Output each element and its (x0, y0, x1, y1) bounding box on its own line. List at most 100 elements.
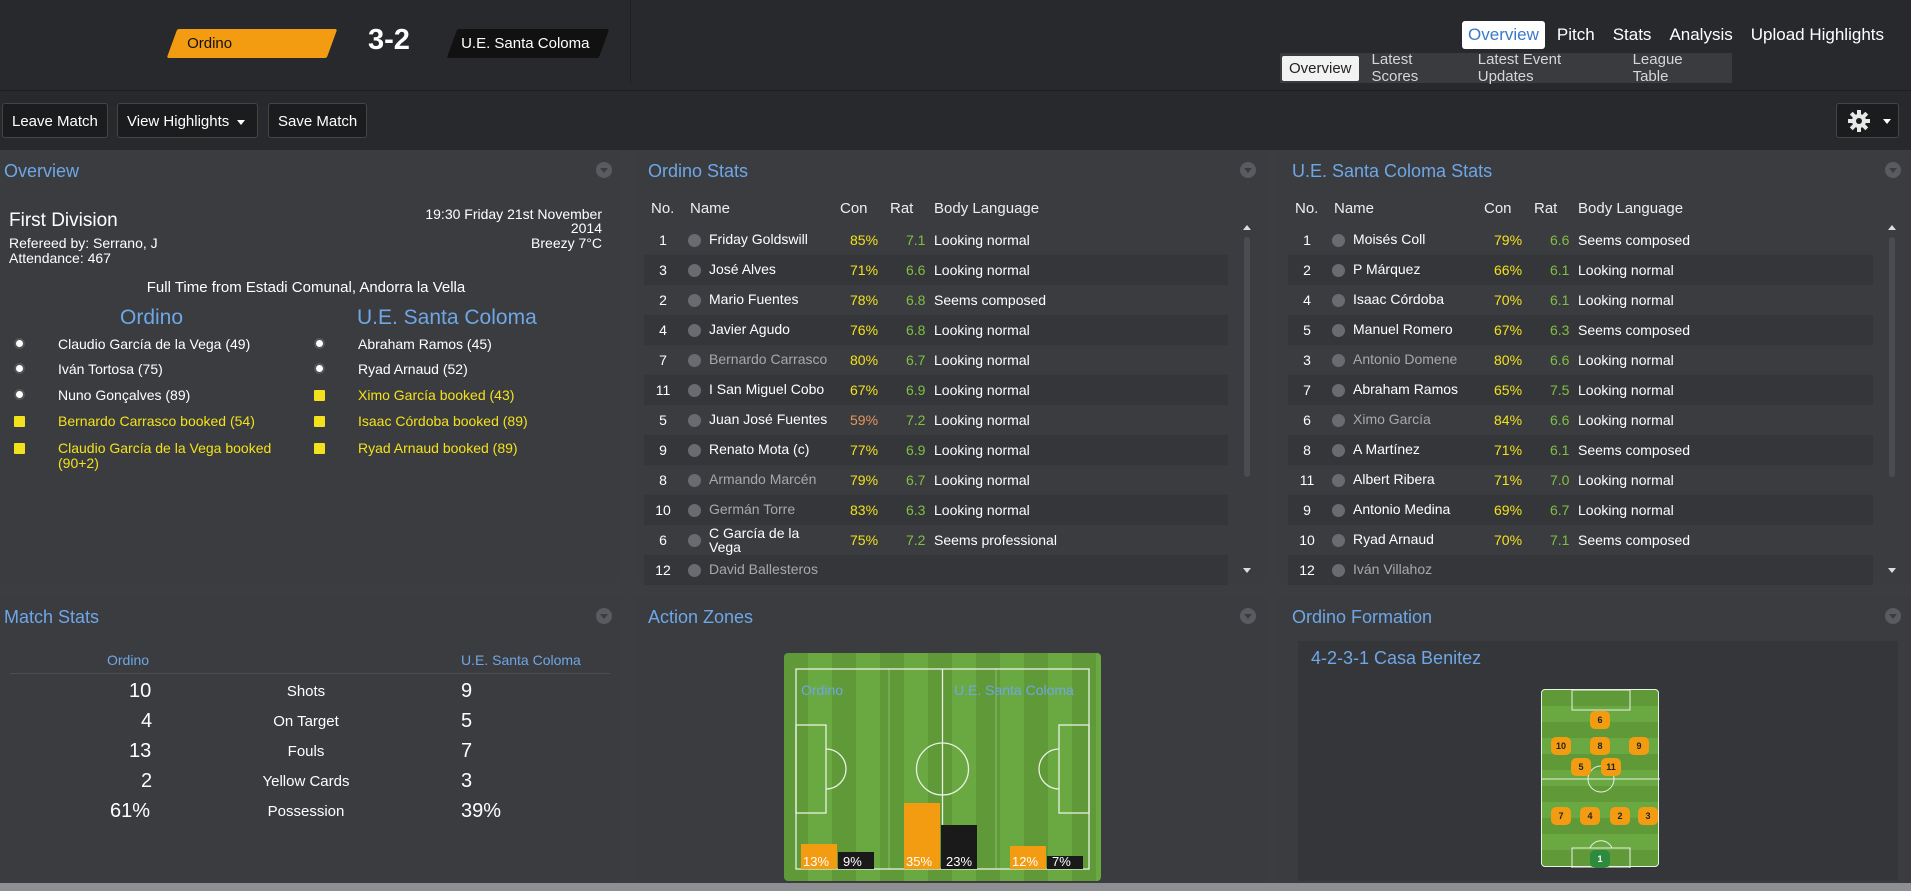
info-icon[interactable] (1332, 534, 1345, 547)
view-highlights-button[interactable]: View Highlights (117, 103, 258, 138)
col-header-name[interactable]: Name (1334, 200, 1374, 224)
info-icon[interactable] (1332, 294, 1345, 307)
info-icon[interactable] (1332, 264, 1345, 277)
collapse-icon[interactable] (596, 162, 612, 178)
collapse-icon[interactable] (1240, 162, 1256, 178)
info-icon[interactable] (688, 564, 701, 577)
player-row[interactable]: 9 Renato Mota (c) 77% 6.9 Looking normal (644, 435, 1228, 465)
player-name[interactable]: Javier Agudo (709, 322, 790, 336)
info-icon[interactable] (688, 354, 701, 367)
player-row[interactable]: 3 Antonio Domene 80% 6.6 Looking normal (1288, 345, 1873, 375)
player-row[interactable]: 10 Ryad Arnaud 70% 7.1 Seems composed (1288, 525, 1873, 555)
player-row[interactable]: 5 Juan José Fuentes 59% 7.2 Looking normal (644, 405, 1228, 435)
subtab-latest-scores[interactable]: Latest Scores (1365, 47, 1465, 89)
player-row[interactable]: 11 I San Miguel Cobo 67% 6.9 Looking normal (644, 375, 1228, 405)
info-icon[interactable] (688, 234, 701, 247)
info-icon[interactable] (1332, 444, 1345, 457)
player-name[interactable]: Juan José Fuentes (709, 412, 827, 426)
player-row[interactable]: 1 Moisés Coll 79% 6.6 Seems composed (1288, 225, 1873, 255)
tab-analysis[interactable]: Analysis (1663, 21, 1738, 49)
player-name[interactable]: José Alves (709, 262, 776, 276)
player-row[interactable]: 6 Ximo García 84% 6.6 Looking normal (1288, 405, 1873, 435)
save-match-button[interactable]: Save Match (268, 103, 368, 138)
player-name[interactable]: Iván Villahoz (1353, 562, 1432, 576)
player-row[interactable]: 4 Isaac Córdoba 70% 6.1 Looking normal (1288, 285, 1873, 315)
player-name[interactable]: Isaac Córdoba (1353, 292, 1444, 306)
player-row[interactable]: 1 Friday Goldswill 85% 7.1 Looking normal (644, 225, 1228, 255)
player-name[interactable]: Manuel Romero (1353, 322, 1453, 336)
formation-player[interactable]: 10 (1551, 737, 1571, 755)
col-header-name[interactable]: Name (690, 200, 730, 224)
player-name[interactable]: Ryad Arnaud (1353, 532, 1434, 546)
formation-player[interactable]: 1 (1590, 850, 1610, 868)
formation-player[interactable]: 9 (1629, 737, 1649, 755)
formation-player[interactable]: 11 (1601, 758, 1621, 776)
player-row[interactable]: 10 Germán Torre 83% 6.3 Looking normal (644, 495, 1228, 525)
formation-player[interactable]: 4 (1580, 807, 1600, 825)
subtab-latest-event-updates[interactable]: Latest Event Updates (1471, 47, 1620, 89)
player-row[interactable]: 7 Bernardo Carrasco 80% 6.7 Looking normal (644, 345, 1228, 375)
info-icon[interactable] (1332, 354, 1345, 367)
formation-name[interactable]: 4-2-3-1 Casa Benitez (1311, 648, 1481, 669)
scrollbar[interactable] (1242, 225, 1252, 573)
player-name[interactable]: Antonio Medina (1353, 502, 1450, 516)
col-header-body-language[interactable]: Body Language (1578, 200, 1683, 224)
info-icon[interactable] (1332, 414, 1345, 427)
formation-player[interactable]: 5 (1571, 758, 1591, 776)
info-icon[interactable] (1332, 384, 1345, 397)
subtab-overview[interactable]: Overview (1282, 55, 1359, 81)
player-row[interactable]: 12 Iván Villahoz (1288, 555, 1873, 585)
player-name[interactable]: Moisés Coll (1353, 232, 1425, 246)
player-row[interactable]: 11 Albert Ribera 71% 7.0 Looking normal (1288, 465, 1873, 495)
player-name[interactable]: Mario Fuentes (709, 292, 798, 306)
info-icon[interactable] (688, 414, 701, 427)
info-icon[interactable] (1332, 234, 1345, 247)
tab-upload-highlights[interactable]: Upload Highlights (1745, 21, 1890, 49)
info-icon[interactable] (688, 444, 701, 457)
player-name[interactable]: P Márquez (1353, 262, 1420, 276)
info-icon[interactable] (688, 324, 701, 337)
scrollbar[interactable] (1887, 225, 1897, 573)
info-icon[interactable] (688, 384, 701, 397)
formation-player[interactable]: 8 (1590, 737, 1610, 755)
player-name[interactable]: Antonio Domene (1353, 352, 1457, 366)
player-name[interactable]: A Martínez (1353, 442, 1420, 456)
col-header-con[interactable]: Con (1484, 200, 1512, 224)
player-row[interactable]: 6 C García de la Vega 75% 7.2 Seems professio… (644, 525, 1228, 555)
player-row[interactable]: 5 Manuel Romero 67% 6.3 Seems composed (1288, 315, 1873, 345)
player-name[interactable]: Albert Ribera (1353, 472, 1435, 486)
col-header-rat[interactable]: Rat (890, 200, 913, 224)
player-row[interactable]: 9 Antonio Medina 69% 6.7 Looking normal (1288, 495, 1873, 525)
player-name[interactable]: Armando Marcén (709, 472, 816, 486)
player-row[interactable]: 2 P Márquez 66% 6.1 Looking normal (1288, 255, 1873, 285)
player-name[interactable]: Germán Torre (709, 502, 795, 516)
col-header-no[interactable]: No. (1295, 200, 1318, 224)
player-row[interactable]: 7 Abraham Ramos 65% 7.5 Looking normal (1288, 375, 1873, 405)
home-team-badge[interactable]: Ordino (166, 29, 338, 58)
collapse-icon[interactable] (596, 608, 612, 624)
player-name[interactable]: Bernardo Carrasco (709, 352, 827, 366)
info-icon[interactable] (1332, 564, 1345, 577)
player-name[interactable]: C García de la Vega (709, 526, 799, 554)
player-row[interactable]: 4 Javier Agudo 76% 6.8 Looking normal (644, 315, 1228, 345)
settings-button[interactable] (1836, 103, 1899, 138)
leave-match-button[interactable]: Leave Match (2, 103, 108, 138)
info-icon[interactable] (688, 294, 701, 307)
info-icon[interactable] (688, 534, 701, 547)
player-row[interactable]: 8 A Martínez 71% 6.1 Seems composed (1288, 435, 1873, 465)
tab-overview[interactable]: Overview (1462, 21, 1545, 49)
player-name[interactable]: Ximo García (1353, 412, 1431, 426)
player-name[interactable]: Renato Mota (c) (709, 442, 809, 456)
collapse-icon[interactable] (1885, 162, 1901, 178)
info-icon[interactable] (1332, 504, 1345, 517)
player-name[interactable]: Friday Goldswill (709, 232, 808, 246)
tab-stats[interactable]: Stats (1607, 21, 1658, 49)
col-header-body-language[interactable]: Body Language (934, 200, 1039, 224)
collapse-icon[interactable] (1885, 608, 1901, 624)
player-row[interactable]: 8 Armando Marcén 79% 6.7 Looking normal (644, 465, 1228, 495)
player-row[interactable]: 3 José Alves 71% 6.6 Looking normal (644, 255, 1228, 285)
player-name[interactable]: Abraham Ramos (1353, 382, 1458, 396)
player-name[interactable]: I San Miguel Cobo (709, 382, 824, 396)
col-header-no[interactable]: No. (651, 200, 674, 224)
info-icon[interactable] (688, 474, 701, 487)
